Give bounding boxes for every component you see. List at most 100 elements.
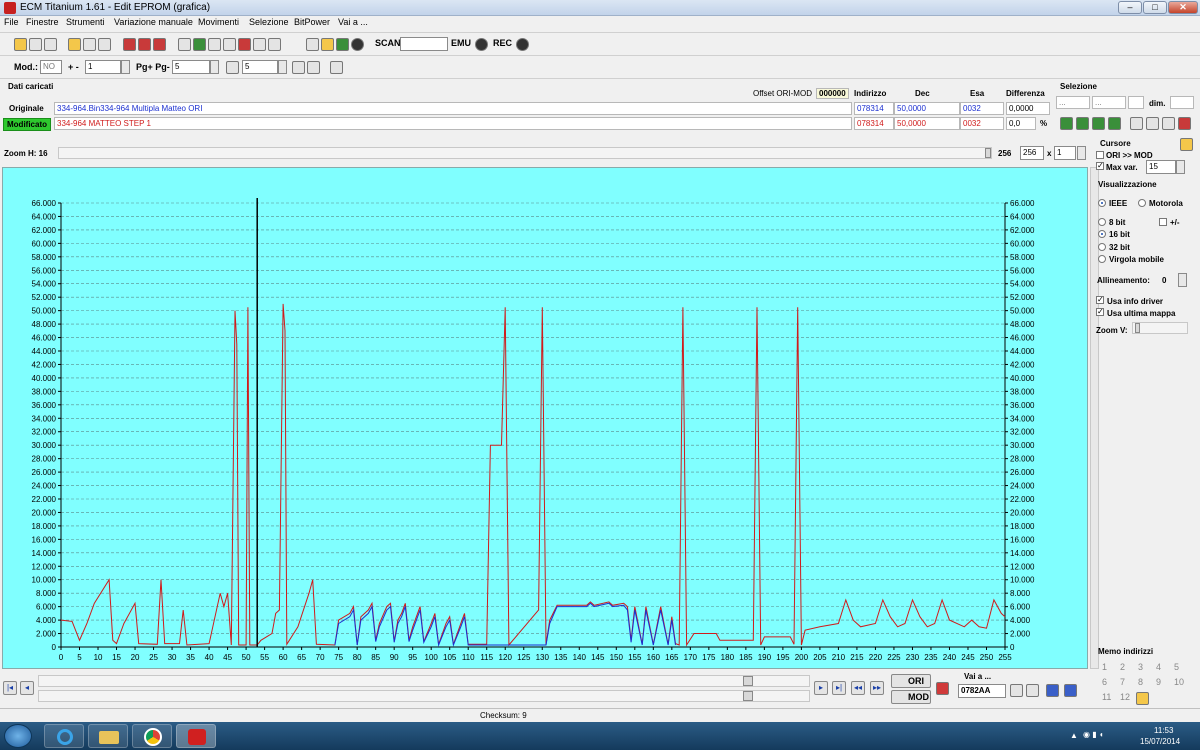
pg-field[interactable]: 5: [172, 60, 210, 74]
ecm-titanium-taskbar-icon[interactable]: [176, 724, 216, 748]
zoom-v3-field[interactable]: 1: [1054, 146, 1076, 160]
goto-field[interactable]: 0782AA: [958, 684, 1006, 698]
goto-icon-1[interactable]: [1010, 684, 1023, 697]
zoom-h-slider[interactable]: [58, 147, 992, 159]
modified-diff[interactable]: 0,0: [1006, 117, 1036, 130]
next-page-button[interactable]: ▸▸: [870, 681, 884, 695]
goto-icon-2[interactable]: [1026, 684, 1039, 697]
ieee-radio[interactable]: [1098, 199, 1106, 207]
step-field[interactable]: 1: [85, 60, 121, 74]
run-icon[interactable]: [336, 38, 349, 51]
original-indirizzo[interactable]: 078314: [854, 102, 894, 115]
scan-select[interactable]: [400, 37, 448, 51]
reset-icon[interactable]: [1178, 117, 1191, 130]
menu-vai-a[interactable]: Vai a ...: [338, 17, 368, 27]
view-icon[interactable]: [330, 61, 343, 74]
maxvar-checkbox[interactable]: ✓: [1096, 162, 1104, 170]
page-icon[interactable]: [226, 61, 239, 74]
prev-page-button[interactable]: ◂◂: [851, 681, 865, 695]
last-button[interactable]: ▸|: [832, 681, 846, 695]
zoom-spinner[interactable]: [1077, 146, 1086, 160]
memo-slot-3[interactable]: 3: [1138, 662, 1143, 672]
lock-small-icon[interactable]: [1180, 138, 1193, 151]
float-radio[interactable]: [1098, 255, 1106, 263]
original-file-field[interactable]: 334-964.Bin334-964 Multipla Matteo ORI: [54, 102, 852, 115]
mod-field[interactable]: NO: [40, 60, 62, 74]
p-spinner[interactable]: [278, 60, 287, 74]
first-button[interactable]: |◂: [3, 681, 17, 695]
save-as-icon[interactable]: [98, 38, 111, 51]
chrome-taskbar-icon[interactable]: [132, 724, 172, 748]
edit-icon[interactable]: [153, 38, 166, 51]
chip-icon[interactable]: [193, 38, 206, 51]
menu-strumenti[interactable]: Strumenti: [66, 17, 105, 27]
menu-bitpower[interactable]: BitPower: [294, 17, 330, 27]
select-icon-6[interactable]: [1146, 117, 1159, 130]
memo-slot-1[interactable]: 1: [1102, 662, 1107, 672]
driver-info-checkbox[interactable]: ✓: [1096, 296, 1104, 304]
tray-arrow-icon[interactable]: ▲: [1070, 731, 1078, 740]
checklist-icon[interactable]: [123, 38, 136, 51]
table-icon[interactable]: [138, 38, 151, 51]
flag-compare-icon[interactable]: [936, 682, 949, 695]
zoom-v-slider[interactable]: [1132, 322, 1188, 334]
tools-icon[interactable]: [208, 38, 221, 51]
step-spinner[interactable]: [121, 60, 130, 74]
original-diff[interactable]: 0,0000: [1006, 102, 1050, 115]
map-icon[interactable]: [307, 61, 320, 74]
select-icon-2[interactable]: [1076, 117, 1089, 130]
zoom-h-thumb[interactable]: [985, 148, 991, 158]
selection-end[interactable]: ...: [1092, 96, 1126, 109]
selection-start[interactable]: ...: [1056, 96, 1090, 109]
p-field[interactable]: 5: [242, 60, 278, 74]
ori-button[interactable]: ORI: [891, 674, 931, 688]
select-icon-3[interactable]: [1092, 117, 1105, 130]
goto-icon-3[interactable]: [1046, 684, 1059, 697]
text-icon[interactable]: [306, 38, 319, 51]
close-button[interactable]: ✕: [1168, 1, 1198, 14]
grid-icon[interactable]: [292, 61, 305, 74]
menu-variazione-manuale[interactable]: Variazione manuale: [114, 17, 193, 27]
record-icon[interactable]: [351, 38, 364, 51]
maxvar-field[interactable]: 15: [1146, 160, 1176, 174]
binoculars-icon[interactable]: [268, 38, 281, 51]
menu-finestre[interactable]: Finestre: [26, 17, 59, 27]
dim-field[interactable]: [1170, 96, 1194, 109]
selection-extra[interactable]: [1128, 96, 1144, 109]
start-button[interactable]: [4, 724, 32, 748]
minimize-button[interactable]: –: [1118, 1, 1142, 14]
mod-button[interactable]: MOD: [891, 690, 931, 704]
menu-file[interactable]: File: [4, 17, 19, 27]
zoom-v-thumb[interactable]: [1135, 323, 1140, 333]
8bit-radio[interactable]: [1098, 218, 1106, 226]
modified-dec[interactable]: 50,0000: [894, 117, 960, 130]
pg-spinner[interactable]: [210, 60, 219, 74]
document-icon[interactable]: [178, 38, 191, 51]
memo-slot-5[interactable]: 5: [1174, 662, 1179, 672]
sum-icon[interactable]: [223, 38, 236, 51]
address-scrollbar-top[interactable]: [38, 675, 810, 687]
memo-slot-2[interactable]: 2: [1120, 662, 1125, 672]
modified-indirizzo[interactable]: 078314: [854, 117, 894, 130]
lock-icon[interactable]: [321, 38, 334, 51]
original-esa[interactable]: 0032: [960, 102, 1004, 115]
modified-esa[interactable]: 0032: [960, 117, 1004, 130]
window-icon[interactable]: [44, 38, 57, 51]
copy-icon[interactable]: [29, 38, 42, 51]
select-icon-7[interactable]: [1162, 117, 1175, 130]
emu-button-icon[interactable]: [475, 38, 488, 51]
flag-icon[interactable]: [238, 38, 251, 51]
eprom-graph[interactable]: 0 0 2.000 2.000 4.000 4.000 6.000 6.000 8.000 8.0…: [2, 167, 1088, 669]
rec-button-icon[interactable]: [516, 38, 529, 51]
modified-file-field[interactable]: 334-964 MATTEO STEP 1: [54, 117, 852, 130]
maxvar-spinner[interactable]: [1176, 160, 1185, 174]
select-icon-4[interactable]: [1108, 117, 1121, 130]
home-icon[interactable]: [14, 38, 27, 51]
prev-button[interactable]: ◂: [20, 681, 34, 695]
maximize-button[interactable]: □: [1143, 1, 1167, 14]
address-thumb-bottom[interactable]: [743, 691, 753, 701]
32bit-radio[interactable]: [1098, 243, 1106, 251]
explorer-taskbar-icon[interactable]: [88, 724, 128, 748]
ie-taskbar-icon[interactable]: [44, 724, 84, 748]
last-map-checkbox[interactable]: ✓: [1096, 308, 1104, 316]
